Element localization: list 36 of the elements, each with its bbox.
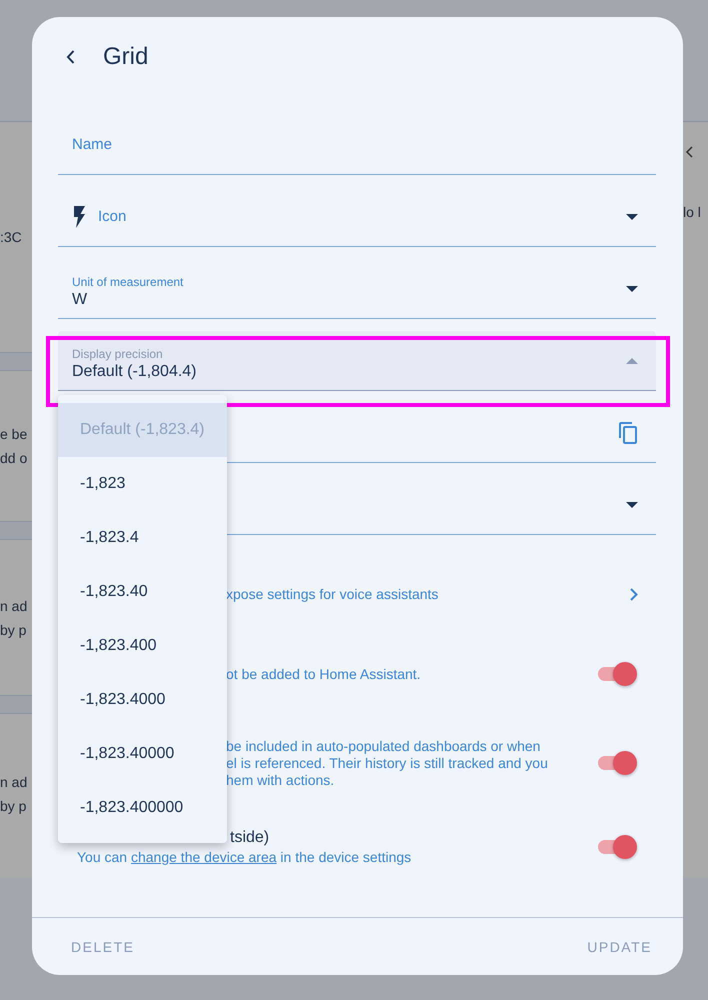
- description-text: You can change the device area in the device settings: [77, 848, 412, 866]
- menu-option[interactable]: -1,823.4000: [58, 673, 227, 727]
- menu-option[interactable]: -1,823: [58, 457, 227, 511]
- caret-icon: [626, 214, 638, 220]
- description-text: hem with actions.: [226, 772, 334, 788]
- description-text: xpose settings for voice assistants: [226, 586, 438, 602]
- background-text: e be: [0, 425, 28, 444]
- setting-title: tside): [230, 828, 270, 848]
- background-text: by p: [0, 797, 28, 816]
- copy-icon[interactable]: [619, 422, 638, 444]
- menu-option[interactable]: -1,823.400000: [58, 781, 227, 835]
- caret-icon: [626, 502, 638, 508]
- toggle-switch[interactable]: [598, 661, 638, 687]
- caret-icon: [626, 286, 638, 292]
- menu-option[interactable]: -1,823.400: [58, 619, 227, 673]
- background-text: :3C: [0, 228, 23, 247]
- background-text: lo l: [683, 203, 702, 222]
- select-field[interactable]: Unit of measurement W: [58, 259, 656, 319]
- description-text: el is referenced. Their history is still tracked and you: [226, 754, 548, 772]
- menu-option[interactable]: -1,823.4: [58, 511, 227, 565]
- description-text: be included in auto-populated dashboards or when: [226, 738, 540, 754]
- background-text: n ad: [0, 596, 28, 616]
- lightning-icon: [72, 206, 86, 228]
- background-text: n ad: [0, 773, 28, 792]
- select-field[interactable]: Display precision Default (-1,804.4): [58, 331, 656, 391]
- caret-icon: [626, 358, 638, 364]
- chevron-right-icon[interactable]: [630, 588, 638, 600]
- menu-option[interactable]: -1,823.40000: [58, 727, 227, 781]
- description-text: ot be added to Home Assistant.: [226, 666, 421, 682]
- toggle-switch[interactable]: [598, 834, 638, 860]
- background-text: by p: [0, 620, 28, 640]
- back-icon[interactable]: [66, 50, 75, 64]
- background-text: dd o: [0, 449, 28, 468]
- toggle-switch[interactable]: [598, 750, 638, 776]
- menu-option[interactable]: -1,823.40: [58, 565, 227, 619]
- dialog-title: Grid: [103, 43, 148, 71]
